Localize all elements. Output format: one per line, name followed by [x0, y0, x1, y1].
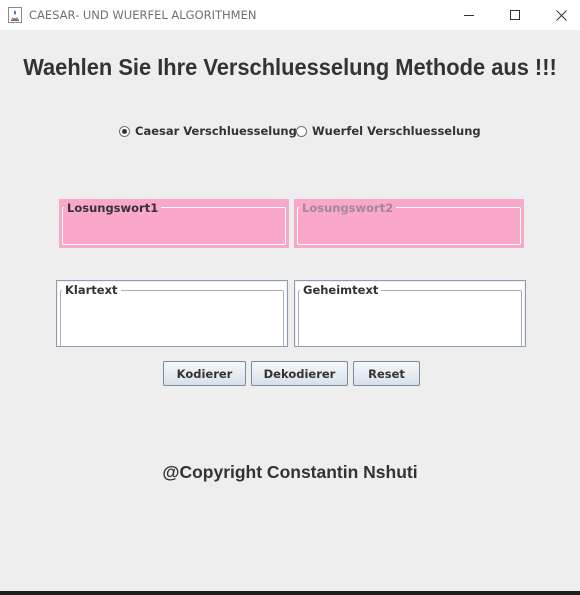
losungswort2-label: Losungswort2 — [299, 201, 397, 215]
close-button[interactable] — [538, 0, 580, 30]
geheimtext-scroll-pane[interactable]: Geheimtext — [294, 280, 526, 347]
copyright-text: @Copyright Constantin Nshuti — [162, 462, 418, 482]
java-app-icon — [8, 7, 22, 23]
window-titlebar: CAESAR- UND WUERFEL ALGORITHMEN — [0, 0, 580, 30]
reset-button[interactable]: Reset — [353, 361, 420, 386]
maximize-button[interactable] — [492, 0, 538, 30]
maximize-icon — [510, 10, 520, 20]
geheimtext-label: Geheimtext — [300, 283, 382, 297]
decode-button[interactable]: Dekodierer — [251, 361, 348, 386]
radio-wuerfel-indicator[interactable] — [296, 125, 307, 137]
minimize-button[interactable] — [446, 0, 492, 30]
klartext-border — [60, 290, 284, 346]
encode-button[interactable]: Kodierer — [163, 361, 246, 386]
radio-caesar-indicator[interactable] — [119, 125, 130, 137]
radio-caesar-label: Caesar Verschluesselung — [135, 124, 297, 138]
losungswort1-label: Losungswort1 — [64, 201, 162, 215]
close-icon — [555, 9, 567, 21]
radio-wuerfel[interactable]: Wuerfel Verschluesselung — [296, 123, 481, 139]
klartext-scroll-pane[interactable]: Klartext — [56, 280, 288, 347]
radio-selected-dot — [122, 128, 127, 134]
window-title: CAESAR- UND WUERFEL ALGORITHMEN — [29, 8, 257, 22]
minimize-icon — [464, 15, 474, 16]
geheimtext-border — [298, 290, 522, 346]
losungswort1-field[interactable]: Losungswort1 — [59, 199, 289, 248]
radio-wuerfel-label: Wuerfel Verschluesselung — [312, 124, 481, 138]
klartext-label: Klartext — [62, 283, 121, 297]
page-heading: Waehlen Sie Ihre Verschluesselung Method… — [23, 54, 557, 80]
taskbar-edge — [0, 591, 580, 595]
losungswort2-field: Losungswort2 — [294, 199, 524, 248]
radio-caesar[interactable]: Caesar Verschluesselung — [119, 123, 297, 139]
